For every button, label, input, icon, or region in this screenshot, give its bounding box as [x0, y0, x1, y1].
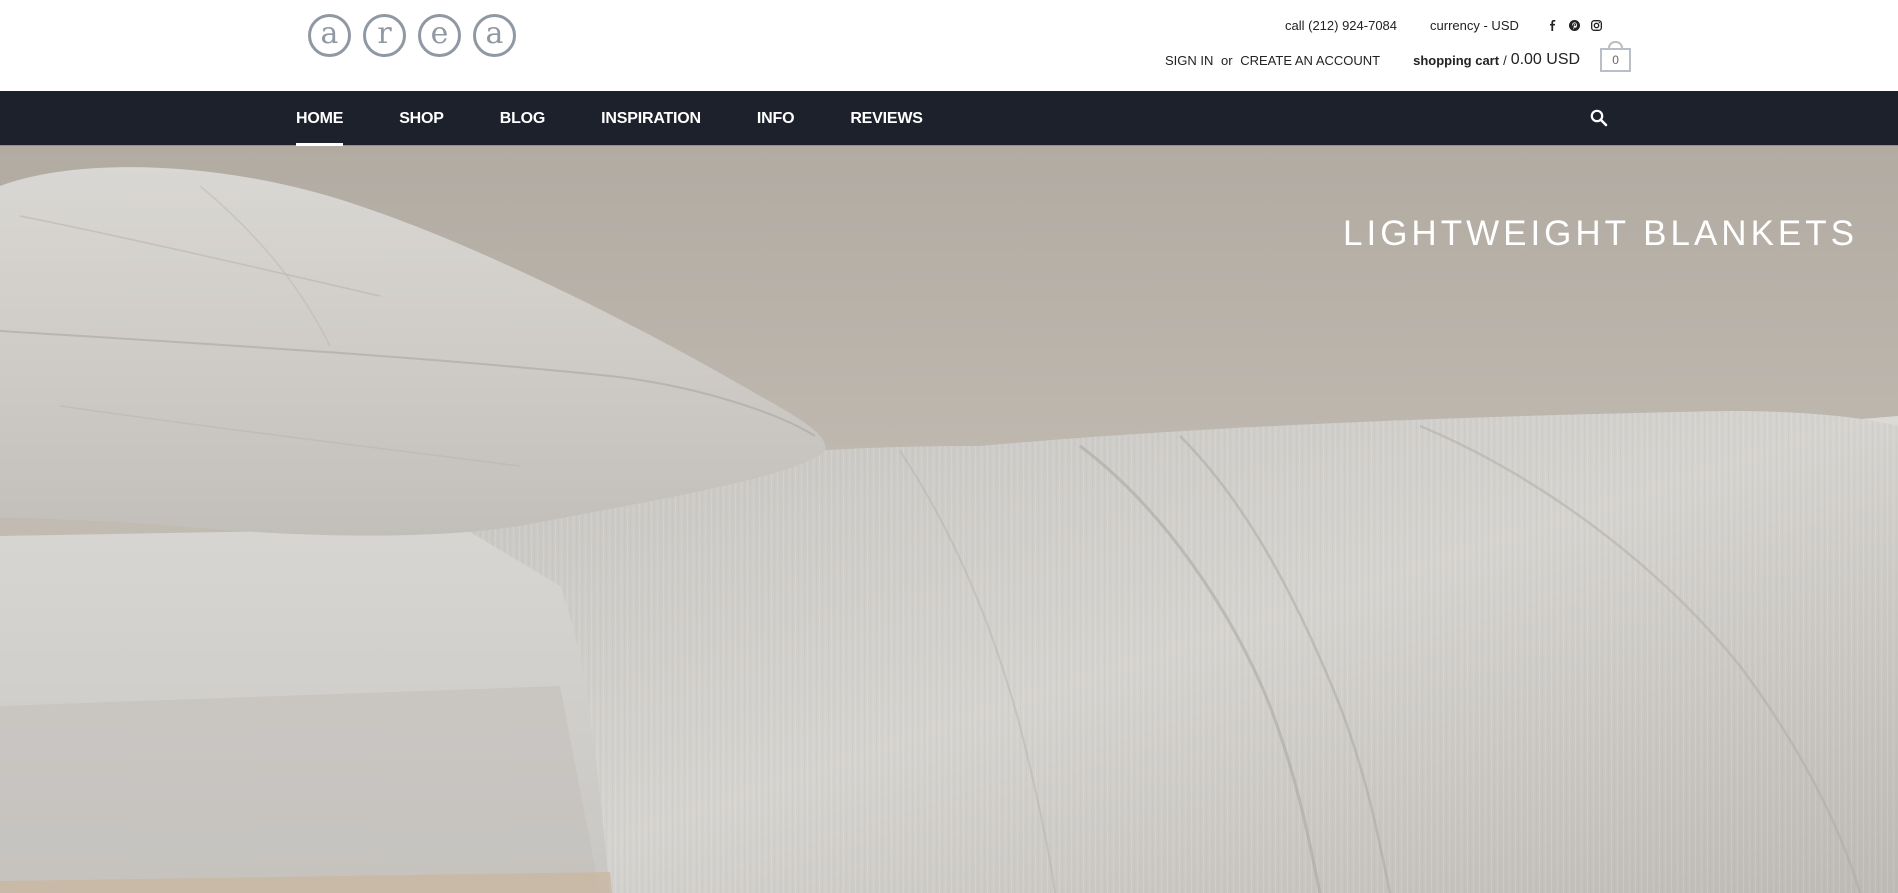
hero-banner[interactable]: LIGHTWEIGHT BLANKETS [0, 146, 1898, 893]
instagram-icon[interactable] [1590, 20, 1602, 31]
area-logo[interactable]: a r e a [308, 14, 516, 57]
main-navigation: HOME SHOP BLOG INSPIRATION INFO REVIEWS [0, 91, 1898, 146]
hero-headline[interactable]: LIGHTWEIGHT BLANKETS [1343, 214, 1858, 254]
search-icon[interactable] [1588, 107, 1610, 129]
site-header: a r e a call (212) 924-7084 currency - U… [0, 0, 1898, 91]
facebook-icon[interactable] [1547, 20, 1558, 31]
logo-letter-e: e [418, 14, 461, 57]
nav-menu: HOME SHOP BLOG INSPIRATION INFO REVIEWS [296, 91, 979, 146]
nav-item-blog[interactable]: BLOG [500, 91, 546, 146]
account-cart-bar: SIGN IN or CREATE AN ACCOUNT shopping ca… [1165, 41, 1632, 72]
cart-separator: / [1503, 52, 1507, 68]
create-account-link[interactable]: CREATE AN ACCOUNT [1240, 53, 1380, 68]
social-links [1547, 20, 1602, 31]
bedding-photo [0, 146, 1898, 893]
logo-letter-a1: a [308, 14, 351, 57]
cart-total: 0.00 USD [1510, 51, 1581, 68]
logo-letter-r: r [363, 14, 406, 57]
phone-link[interactable]: call (212) 924-7084 [1285, 18, 1397, 33]
cart-count: 0 [1612, 53, 1619, 67]
nav-item-shop[interactable]: SHOP [399, 91, 444, 146]
cart-bag-icon[interactable]: 0 [1600, 41, 1632, 72]
nav-item-home[interactable]: HOME [296, 91, 344, 146]
logo-letter-a2: a [473, 14, 516, 57]
currency-selector[interactable]: currency - USD [1430, 18, 1519, 33]
shopping-cart-link[interactable]: shopping cart [1413, 53, 1499, 68]
nav-item-inspiration[interactable]: INSPIRATION [601, 91, 701, 146]
pinterest-icon[interactable] [1568, 20, 1580, 31]
nav-item-info[interactable]: INFO [757, 91, 795, 146]
account-or-text: or [1221, 52, 1233, 68]
account-links: SIGN IN or CREATE AN ACCOUNT [1165, 53, 1380, 68]
utility-bar: call (212) 924-7084 currency - USD [1285, 18, 1602, 33]
nav-item-reviews[interactable]: REVIEWS [850, 91, 923, 146]
sign-in-link[interactable]: SIGN IN [1165, 53, 1213, 68]
